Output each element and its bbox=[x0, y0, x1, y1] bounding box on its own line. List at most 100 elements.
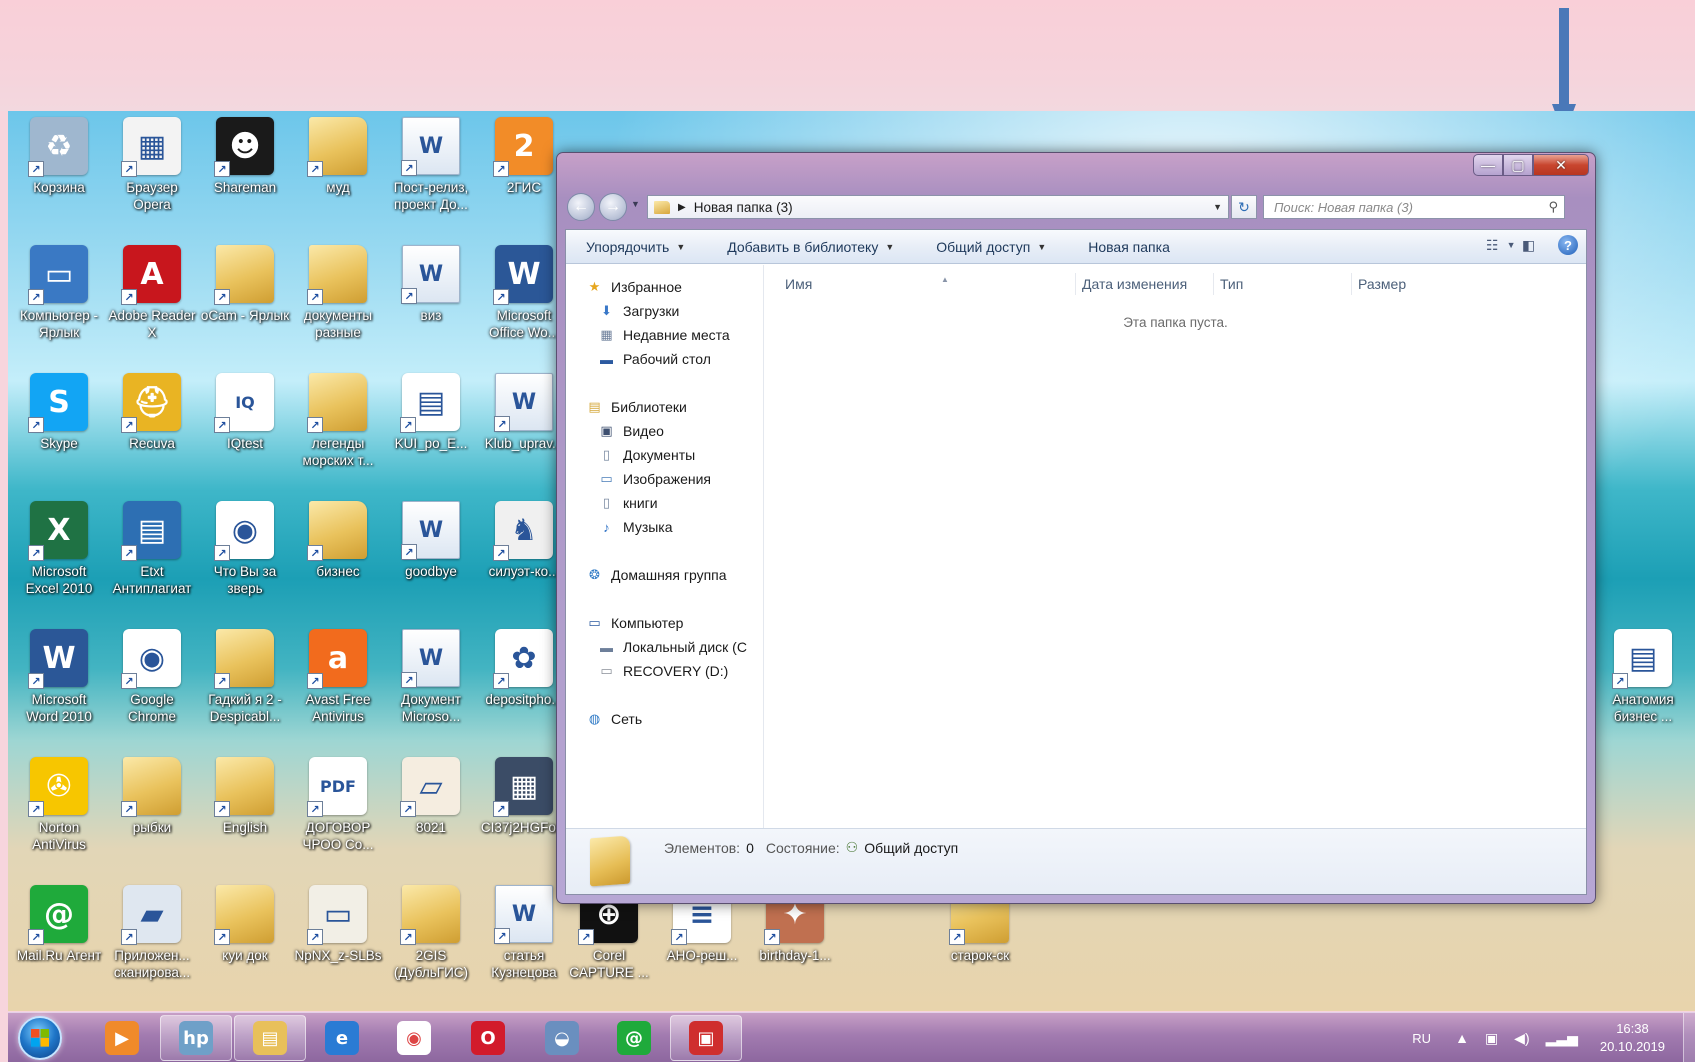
desktop-icon-item[interactable]: ↗ куи док bbox=[200, 885, 290, 1005]
nav-music[interactable]: ♪ Музыка bbox=[598, 515, 672, 539]
taskbar-app-opera[interactable]: O bbox=[452, 1015, 524, 1061]
forward-button[interactable]: → bbox=[599, 193, 627, 221]
nav-video[interactable]: ▣ Видео bbox=[598, 419, 664, 443]
desktop-icon-item[interactable]: ◉ ↗ Google Chrome bbox=[107, 629, 197, 749]
desktop-icon-item[interactable]: W ↗ Документ Microso... bbox=[386, 629, 476, 749]
desktop-icon-item[interactable]: ♻ ↗ Корзина bbox=[14, 117, 104, 237]
network-signal-icon[interactable]: ▂▃▅ bbox=[1546, 1030, 1578, 1047]
maximize-button[interactable]: ▢ bbox=[1503, 154, 1533, 176]
nav-documents[interactable]: ▯ Документы bbox=[598, 443, 695, 467]
taskbar-app-pdf-app[interactable]: ▣ bbox=[670, 1015, 742, 1061]
taskbar-app-google-chrome[interactable]: ◉ bbox=[378, 1015, 450, 1061]
desktop-icon-item[interactable]: ▤ ↗ Etxt Антиплагиат bbox=[107, 501, 197, 621]
desktop-icon-item[interactable]: ▦ ↗ Браузер Opera bbox=[107, 117, 197, 237]
nav-homegroup[interactable]: ❂ Домашняя группа bbox=[586, 563, 727, 587]
preview-pane-icon[interactable]: ◧ bbox=[1522, 237, 1544, 253]
explorer-window[interactable]: — ▢ ✕ ← → ▼ ▶ Новая папка (3) ▼ ↻ Поиск:… bbox=[556, 152, 1596, 904]
desktop-icon-item[interactable]: a ↗ Avast Free Antivirus bbox=[293, 629, 383, 749]
desktop-icon-item[interactable]: S ↗ Skype bbox=[14, 373, 104, 493]
nav-libraries[interactable]: ▤ Библиотеки bbox=[586, 395, 687, 419]
desktop-icon-item[interactable]: ↗ муд bbox=[293, 117, 383, 237]
desktop-icon-item[interactable]: ▤ ↗ KUI_po_E... bbox=[386, 373, 476, 493]
address-dropdown-icon[interactable]: ▼ bbox=[1213, 202, 1222, 212]
nav-recent-places[interactable]: ▦ Недавние места bbox=[598, 323, 729, 347]
desktop-icon-item[interactable]: ▭ ↗ NpNX_z-SLBs bbox=[293, 885, 383, 1005]
desktop-icon-item[interactable]: ↗ oCam - Ярлык bbox=[200, 245, 290, 365]
clock[interactable]: 16:38 20.10.2019 bbox=[1600, 1020, 1665, 1056]
nav-books[interactable]: ▯ книги bbox=[598, 491, 658, 515]
minimize-button[interactable]: — bbox=[1473, 154, 1503, 176]
nav-recovery-disk[interactable]: ▭ RECOVERY (D:) bbox=[598, 659, 728, 683]
desktop-icon-item[interactable]: ◉ ↗ Что Вы за зверь bbox=[200, 501, 290, 621]
desktop-icon-item[interactable]: ☻ ↗ Shareman bbox=[200, 117, 290, 237]
breadcrumb-separator-icon[interactable]: ▶ bbox=[678, 202, 686, 213]
nav-network[interactable]: ◍ Сеть bbox=[586, 707, 642, 731]
start-button[interactable] bbox=[18, 1016, 62, 1060]
breadcrumb-current-folder[interactable]: Новая папка (3) bbox=[694, 200, 793, 215]
shortcut-arrow-icon: ↗ bbox=[493, 289, 509, 305]
desktop-icon-item[interactable]: ↗ 2GIS (ДубльГИС) bbox=[386, 885, 476, 1005]
organize-menu-button[interactable]: Упорядочить ▼ bbox=[566, 239, 707, 255]
back-button[interactable]: ← bbox=[567, 193, 595, 221]
taskbar-app-flash-app[interactable]: ◒ bbox=[526, 1015, 598, 1061]
add-to-library-menu-button[interactable]: Добавить в библиотеку ▼ bbox=[707, 239, 916, 255]
column-header-type[interactable]: Тип bbox=[1213, 273, 1351, 295]
desktop-icon-item[interactable]: ▤ ↗ Анатомия бизнес ... bbox=[1598, 629, 1688, 749]
close-button[interactable]: ✕ bbox=[1533, 154, 1589, 176]
desktop-icon-item[interactable]: W ↗ Пост-релиз, проект До... bbox=[386, 117, 476, 237]
column-header-size[interactable]: Размер bbox=[1351, 273, 1443, 295]
file-list-pane[interactable]: Имя ▲ Дата изменения Тип Размер Эта папк… bbox=[765, 265, 1586, 828]
taskbar-app-media-player[interactable]: ▶ bbox=[86, 1015, 158, 1061]
desktop-icon-item[interactable]: ↗ документы разные bbox=[293, 245, 383, 365]
nav-downloads[interactable]: ⬇ Загрузки bbox=[598, 299, 679, 323]
show-hidden-icons-icon[interactable]: ▲ bbox=[1455, 1030, 1469, 1046]
desktop-icon-label: ДОГОВОР ЧРОО Со... bbox=[302, 820, 374, 852]
nav-desktop[interactable]: ▬ Рабочий стол bbox=[598, 347, 711, 371]
shortcut-arrow-icon: ↗ bbox=[493, 545, 509, 561]
taskbar-app-mailru-agent[interactable]: @ bbox=[598, 1015, 670, 1061]
desktop-icon-item[interactable]: W ↗ виз bbox=[386, 245, 476, 365]
volume-icon[interactable]: ◀) bbox=[1514, 1030, 1529, 1047]
desktop-icon-item[interactable]: ↗ легенды морских т... bbox=[293, 373, 383, 493]
desktop-icon-item[interactable]: ▰ ↗ Приложен... сканирова... bbox=[107, 885, 197, 1005]
new-folder-button[interactable]: Новая папка bbox=[1068, 239, 1192, 255]
show-desktop-button[interactable] bbox=[1683, 1013, 1695, 1062]
desktop-icon-item[interactable]: ↗ English bbox=[200, 757, 290, 877]
taskbar-app-hp-app[interactable]: hp bbox=[160, 1015, 232, 1061]
desktop-icon-item[interactable]: IQ ↗ IQtest bbox=[200, 373, 290, 493]
recent-pages-dropdown-icon[interactable]: ▼ bbox=[631, 199, 640, 209]
desktop-icon-item[interactable]: ✇ ↗ Norton AntiVirus bbox=[14, 757, 104, 877]
share-menu-button[interactable]: Общий доступ ▼ bbox=[916, 239, 1068, 255]
help-icon[interactable]: ? bbox=[1558, 235, 1578, 255]
language-indicator[interactable]: RU bbox=[1412, 1031, 1431, 1046]
desktop-icon-item[interactable]: W ↗ Microsoft Word 2010 bbox=[14, 629, 104, 749]
desktop-icon-item[interactable]: A ↗ Adobe Reader X bbox=[107, 245, 197, 365]
view-options-icon[interactable]: ☷ ▼ bbox=[1486, 237, 1515, 253]
desktop-icon-item[interactable]: ↗ бизнес bbox=[293, 501, 383, 621]
device-icon[interactable]: ▣ bbox=[1485, 1030, 1498, 1047]
desktop-icon-item[interactable]: ↗ рыбки bbox=[107, 757, 197, 877]
taskbar-app-windows-explorer[interactable]: ▤ bbox=[234, 1015, 306, 1061]
nav-computer[interactable]: ▭ Компьютер bbox=[586, 611, 683, 635]
search-input[interactable]: Поиск: Новая папка (3) ⚲ bbox=[1263, 195, 1565, 219]
nav-local-disk[interactable]: ▬ Локальный диск (C bbox=[598, 635, 747, 659]
desktop-icon-item[interactable]: @ ↗ Mail.Ru Агент bbox=[14, 885, 104, 1005]
desktop-icon-item[interactable]: ▭ ↗ Компьютер - Ярлык bbox=[14, 245, 104, 365]
drive-icon: ▭ bbox=[600, 663, 613, 678]
column-header-date[interactable]: Дата изменения bbox=[1075, 273, 1213, 295]
desktop-icon-item[interactable]: ▱ ↗ 8021 bbox=[386, 757, 476, 877]
search-icon[interactable]: ⚲ bbox=[1548, 199, 1558, 215]
desktop-icon-item[interactable]: X ↗ Microsoft Excel 2010 bbox=[14, 501, 104, 621]
organize-label: Упорядочить bbox=[586, 238, 670, 255]
taskbar-app-internet-explorer[interactable]: e bbox=[306, 1015, 378, 1061]
desktop-icon-item[interactable]: PDF ↗ ДОГОВОР ЧРОО Со... bbox=[293, 757, 383, 877]
nav-favorites[interactable]: ★ Избранное bbox=[574, 275, 763, 299]
desktop-icon-item[interactable]: W ↗ goodbye bbox=[386, 501, 476, 621]
column-header-name[interactable]: Имя ▲ bbox=[779, 273, 1075, 295]
refresh-button[interactable]: ↻ bbox=[1231, 195, 1257, 219]
address-bar[interactable]: ▶ Новая папка (3) ▼ bbox=[647, 195, 1229, 219]
nav-images[interactable]: ▭ Изображения bbox=[598, 467, 711, 491]
desktop-icon-item[interactable]: ⛑ ↗ Recuva bbox=[107, 373, 197, 493]
desktop-icon-item[interactable]: W ↗ статья Кузнецова bbox=[479, 885, 569, 1005]
desktop-icon-item[interactable]: ↗ Гадкий я 2 - Despicabl... bbox=[200, 629, 290, 749]
